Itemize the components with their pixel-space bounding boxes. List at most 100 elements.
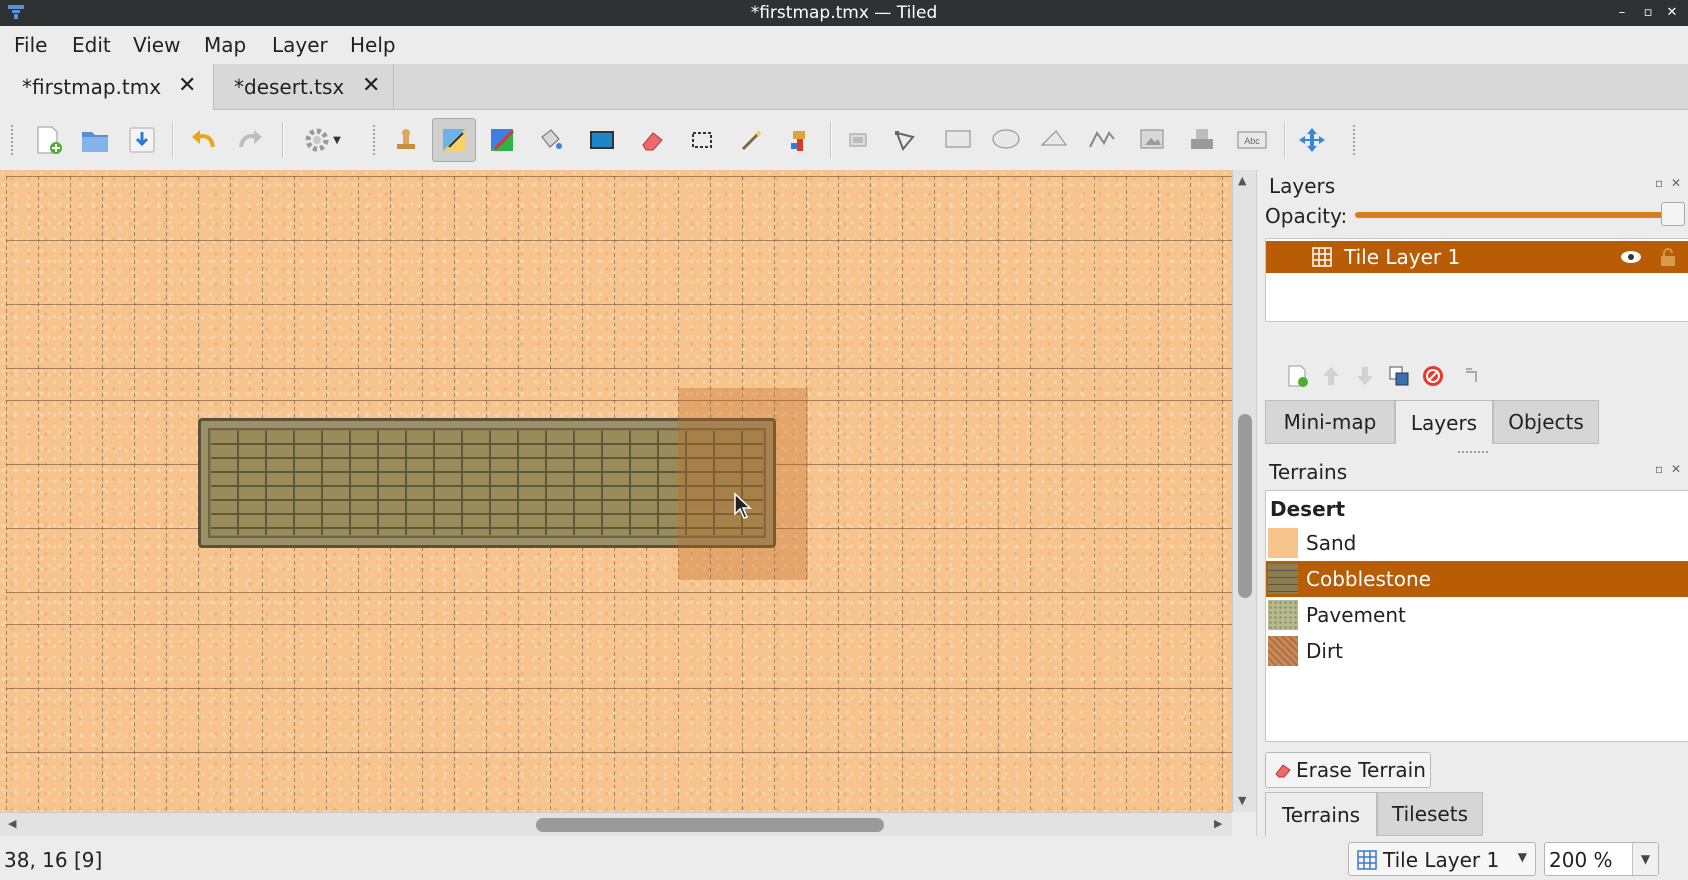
new-map-button[interactable] xyxy=(26,118,70,162)
select-same-tile-button[interactable] xyxy=(778,118,822,162)
commands-button[interactable]: ▼ xyxy=(292,118,352,162)
bucket-fill-button[interactable] xyxy=(528,118,572,162)
insert-polygon-button[interactable] xyxy=(1032,118,1076,162)
rectangular-select-button[interactable] xyxy=(680,118,724,162)
close-panel-icon[interactable]: ✕ xyxy=(1671,462,1681,476)
scroll-right-arrow-icon[interactable]: ▶ xyxy=(1214,817,1222,830)
sand-swatch xyxy=(1268,528,1298,558)
stamp-brush-button[interactable] xyxy=(384,118,428,162)
tab-layers[interactable]: Layers xyxy=(1395,400,1493,444)
toolbar-grip[interactable] xyxy=(372,124,376,156)
close-tab-icon[interactable]: ✕ xyxy=(178,73,196,98)
opacity-slider[interactable] xyxy=(1355,212,1675,218)
dock-splitter-handle[interactable] xyxy=(1457,450,1489,454)
tab-objects[interactable]: Objects xyxy=(1493,400,1599,444)
scroll-up-arrow-icon[interactable]: ▲ xyxy=(1238,174,1246,187)
duplicate-layer-button[interactable] xyxy=(1385,362,1413,390)
zoom-value: 200 % xyxy=(1549,848,1613,872)
chevron-down-icon: ▼ xyxy=(333,134,341,146)
terrain-item-cobblestone[interactable]: Cobblestone xyxy=(1266,561,1688,597)
layer-options-button[interactable] xyxy=(1459,362,1487,390)
close-panel-icon[interactable]: ✕ xyxy=(1671,176,1681,190)
bucket-icon xyxy=(541,129,562,149)
open-button[interactable] xyxy=(73,118,117,162)
menu-file[interactable]: File xyxy=(14,33,47,57)
save-button[interactable] xyxy=(120,118,164,162)
select-objects-button[interactable] xyxy=(836,118,880,162)
toolbar-separator xyxy=(172,122,174,158)
shape-fill-button[interactable] xyxy=(580,118,624,162)
scroll-left-arrow-icon[interactable]: ◀ xyxy=(8,817,16,830)
minimize-button[interactable]: – xyxy=(1612,3,1632,23)
terrain-name: Pavement xyxy=(1306,603,1406,627)
scroll-down-arrow-icon[interactable]: ▼ xyxy=(1238,794,1246,807)
opacity-slider-handle[interactable] xyxy=(1661,202,1685,226)
toolbar-grip[interactable] xyxy=(10,124,14,156)
wang-brush-button[interactable] xyxy=(480,118,524,162)
raise-layer-button[interactable] xyxy=(1317,362,1345,390)
zoom-combo[interactable]: 200 % ▼ xyxy=(1544,842,1659,876)
ellipse-icon xyxy=(992,129,1020,149)
toolbar-grip[interactable] xyxy=(1352,124,1356,156)
edit-polygons-button[interactable] xyxy=(884,118,928,162)
scrollbar-thumb[interactable] xyxy=(1238,414,1252,598)
close-tab-icon[interactable]: ✕ xyxy=(362,73,380,98)
insert-ellipse-button[interactable] xyxy=(984,118,1028,162)
scrollbar-thumb[interactable] xyxy=(536,818,884,832)
insert-text-button[interactable]: Abc xyxy=(1230,118,1274,162)
float-panel-icon[interactable]: ▫ xyxy=(1655,462,1663,476)
terrain-item-pavement[interactable]: Pavement xyxy=(1266,597,1688,633)
terrain-item-sand[interactable]: Sand xyxy=(1266,525,1688,561)
polyline-icon xyxy=(1089,131,1115,148)
erase-terrain-button[interactable]: Erase Terrain xyxy=(1265,752,1431,788)
eye-icon[interactable] xyxy=(1620,249,1642,265)
remove-icon xyxy=(1423,366,1443,386)
terrain-item-dirt[interactable]: Dirt xyxy=(1266,633,1688,669)
menu-layer[interactable]: Layer xyxy=(272,33,328,57)
tab-desert[interactable]: *desert.tsx ✕ xyxy=(214,64,394,110)
insert-rectangle-button[interactable] xyxy=(936,118,980,162)
float-panel-icon[interactable]: ▫ xyxy=(1655,176,1663,190)
maximize-button[interactable]: ▫ xyxy=(1638,3,1658,23)
map-canvas[interactable] xyxy=(0,170,1232,812)
arrow-down-icon xyxy=(1357,367,1373,385)
menu-help[interactable]: Help xyxy=(350,33,396,57)
new-layer-button[interactable] xyxy=(1283,362,1311,390)
tab-label: *firstmap.tmx xyxy=(22,75,162,99)
tab-mini-map[interactable]: Mini-map xyxy=(1265,400,1395,444)
layer-row[interactable]: Tile Layer 1 xyxy=(1266,241,1688,273)
tab-tilesets[interactable]: Tilesets xyxy=(1377,792,1483,836)
redo-button[interactable] xyxy=(228,118,272,162)
insert-polyline-button[interactable] xyxy=(1080,118,1124,162)
magic-wand-button[interactable] xyxy=(728,118,772,162)
polygon-icon xyxy=(1040,130,1067,146)
remove-layer-button[interactable] xyxy=(1419,362,1447,390)
magic-wand-icon xyxy=(741,130,762,151)
map-vertical-scrollbar[interactable]: ▲ ▼ xyxy=(1232,170,1256,812)
insert-template-button[interactable] xyxy=(1180,118,1224,162)
insert-tile-icon xyxy=(1140,129,1164,149)
rectangle-fill-icon xyxy=(590,131,614,149)
layers-panel-title: Layers xyxy=(1269,174,1336,198)
tab-firstmap[interactable]: *firstmap.tmx ✕ xyxy=(0,64,214,110)
layer-select-combo[interactable]: Tile Layer 1 ▼ xyxy=(1348,842,1536,876)
edit-polygon-icon xyxy=(895,131,915,151)
text-icon: Abc xyxy=(1237,131,1267,149)
lower-layer-button[interactable] xyxy=(1351,362,1379,390)
lock-icon[interactable] xyxy=(1658,247,1678,267)
offset-layers-button[interactable] xyxy=(1290,118,1334,162)
close-window-button[interactable]: ✕ xyxy=(1662,3,1682,23)
menu-view[interactable]: View xyxy=(133,33,180,57)
undo-button[interactable] xyxy=(182,118,226,162)
terrains-panel-title: Terrains xyxy=(1269,460,1348,484)
select-objects-icon xyxy=(849,133,867,147)
map-horizontal-scrollbar[interactable]: ◀ ▶ xyxy=(0,812,1232,836)
menu-edit[interactable]: Edit xyxy=(72,33,111,57)
insert-tile-button[interactable] xyxy=(1130,118,1174,162)
tab-terrains[interactable]: Terrains xyxy=(1265,792,1377,836)
chevron-down-icon[interactable]: ▼ xyxy=(1632,843,1658,875)
erase-terrain-label: Erase Terrain xyxy=(1296,758,1426,782)
eraser-button[interactable] xyxy=(630,118,674,162)
menu-map[interactable]: Map xyxy=(204,33,246,57)
terrain-brush-button[interactable] xyxy=(432,118,476,162)
